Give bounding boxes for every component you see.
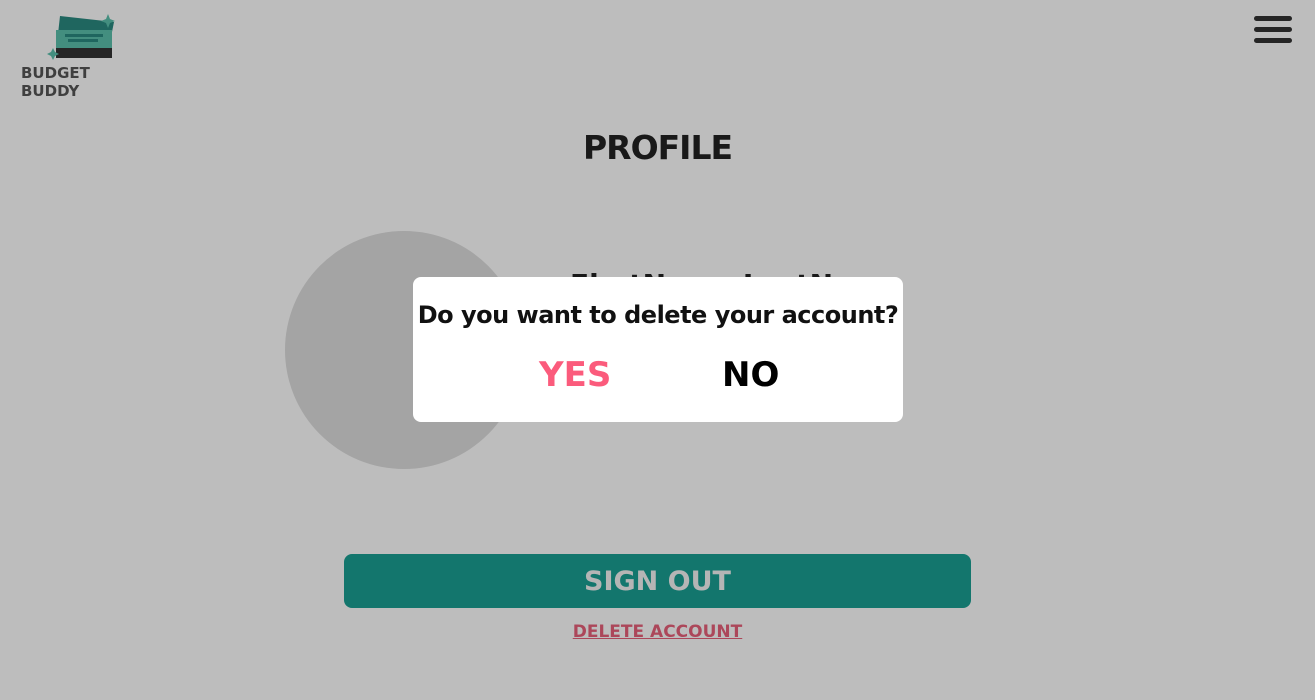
dialog-question: Do you want to delete your account? — [417, 301, 899, 329]
no-button[interactable]: NO — [722, 355, 779, 395]
delete-account-dialog: Do you want to delete your account? YES … — [413, 277, 903, 422]
yes-button[interactable]: YES — [539, 355, 611, 395]
